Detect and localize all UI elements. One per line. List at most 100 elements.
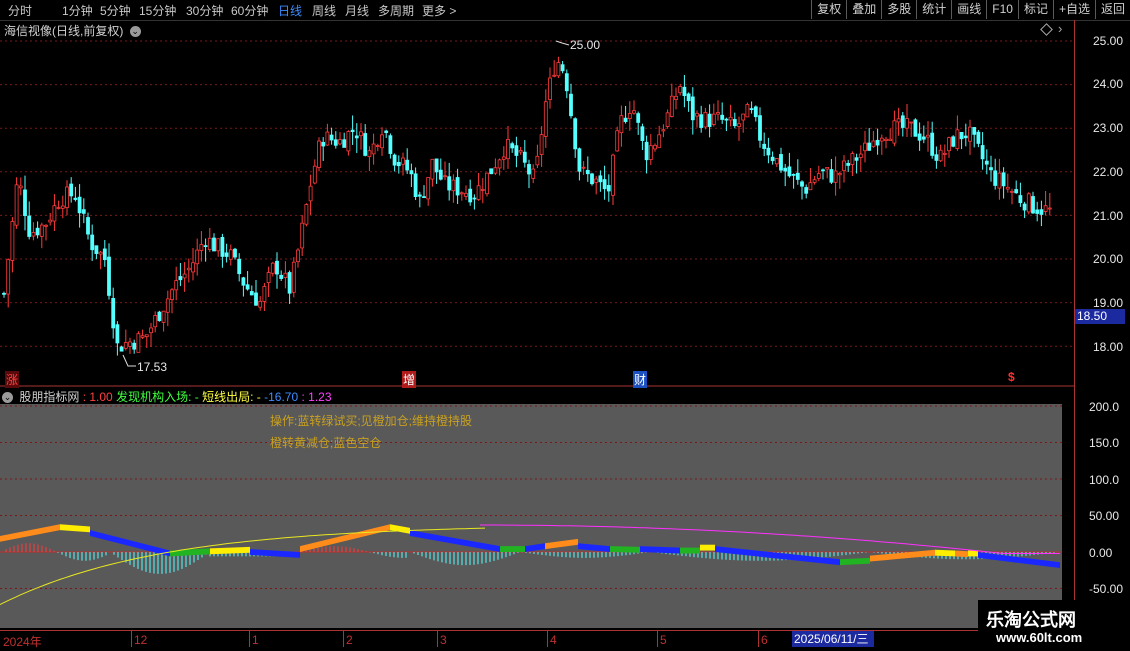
add-watchlist-button[interactable]: +自选 — [1052, 0, 1095, 19]
indicator-tick: 0.00 — [1089, 546, 1113, 560]
candle-body — [602, 179, 607, 190]
chevron-down-icon[interactable]: ⌄ — [2, 392, 13, 404]
candle-body — [279, 274, 284, 279]
event-marker-zeng[interactable]: 增 — [402, 371, 417, 388]
candle-body — [808, 182, 813, 191]
candle-body — [1035, 209, 1040, 214]
candle-body — [136, 333, 141, 353]
timeframe-tab[interactable]: 1分钟 — [62, 2, 93, 19]
event-marker-dividend[interactable]: $ — [1008, 370, 1015, 384]
candle-body — [203, 245, 208, 248]
candle-body — [594, 178, 599, 183]
candle-body — [27, 215, 32, 237]
candle-body — [842, 160, 846, 171]
indicator-band-segment — [610, 546, 640, 553]
date-tick: 12 — [134, 633, 148, 647]
candle-body — [569, 93, 573, 117]
candle-body — [573, 118, 578, 150]
mark-button[interactable]: 标记 — [1017, 0, 1053, 19]
timeframe-tab[interactable]: 多周期 — [378, 2, 414, 19]
candle-body — [123, 342, 128, 349]
candle-body — [955, 129, 960, 149]
indicator-name[interactable]: 股朋指标网 — [19, 390, 79, 404]
candle-body — [321, 141, 326, 147]
candle-body — [245, 284, 250, 290]
watermark-title: 乐淘公式网 — [986, 610, 1076, 630]
candle-body — [707, 113, 712, 127]
candle-body — [522, 151, 527, 163]
candle-body — [934, 154, 939, 161]
candle-body — [363, 133, 368, 156]
candle-body — [1001, 172, 1006, 187]
candle-body — [182, 273, 187, 279]
candle-body — [140, 335, 145, 338]
timeframe-tab[interactable]: 月线 — [345, 2, 369, 19]
indicator-band-segment — [968, 550, 978, 557]
date-tick: 3 — [440, 633, 447, 647]
candle-body — [23, 189, 27, 216]
back-button[interactable]: 返回 — [1094, 0, 1130, 19]
candle-body — [291, 261, 296, 293]
f10-button[interactable]: F10 — [986, 0, 1018, 19]
watermark: 乐淘公式网 www.60lt.com — [978, 600, 1130, 650]
timeframe-tab[interactable]: 5分钟 — [100, 2, 131, 19]
candle-body — [779, 154, 783, 171]
candle-body — [623, 117, 628, 122]
date-separator — [249, 631, 250, 647]
indicator-band-segment — [680, 547, 700, 554]
candle-body — [317, 140, 321, 168]
candle-body — [1014, 189, 1019, 194]
candle-body — [947, 137, 951, 152]
candle-body — [220, 236, 225, 257]
candle-body — [871, 140, 876, 148]
fuquan-button[interactable]: 复权 — [811, 0, 846, 19]
indicator-tick: 50.00 — [1089, 509, 1120, 523]
draw-line-button[interactable]: 画线 — [951, 0, 986, 19]
candle-body — [224, 252, 229, 257]
candle-body — [60, 205, 65, 209]
candle-body — [464, 192, 468, 197]
candle-body — [564, 73, 569, 92]
multi-stock-button[interactable]: 多股 — [881, 0, 916, 19]
more-menu[interactable]: 更多 > — [422, 2, 456, 19]
candle-body — [2, 292, 6, 295]
event-marker-zhang[interactable]: 涨 — [5, 371, 20, 388]
date-separator — [758, 631, 759, 647]
price-tick: 21.00 — [1093, 209, 1124, 223]
timeframe-tab[interactable]: 60分钟 — [231, 2, 268, 19]
timeframe-tab[interactable]: 周线 — [312, 2, 336, 19]
candle-body — [892, 120, 897, 144]
candle-body — [762, 143, 767, 149]
candle-body — [300, 222, 305, 249]
candle-body — [501, 156, 506, 160]
date-separator — [437, 631, 438, 647]
candle-body — [443, 175, 447, 178]
candle-body — [980, 145, 985, 160]
candle-body — [535, 155, 540, 166]
timeframe-tab[interactable]: 分时 — [8, 2, 32, 19]
candle-body — [732, 119, 737, 127]
timeframe-tab[interactable]: 30分钟 — [186, 2, 223, 19]
candle-body — [984, 160, 989, 165]
event-marker-cai[interactable]: 财 — [633, 371, 648, 388]
low-pointer — [122, 354, 136, 367]
candle-body — [90, 234, 95, 251]
timeframe-tab-active[interactable]: 日线 — [278, 2, 302, 19]
statistics-button[interactable]: 统计 — [916, 0, 951, 19]
toolbar-right-buttons: 复权 叠加 多股 统计 画线 F10 标记 +自选 返回 — [811, 0, 1130, 20]
candle-body — [296, 249, 300, 263]
candle-body — [825, 167, 830, 170]
candle-body — [115, 324, 120, 344]
timeframe-tab[interactable]: 15分钟 — [139, 2, 176, 19]
indicator-band-segment — [500, 546, 525, 552]
candle-body — [682, 86, 687, 96]
date-tick: 5 — [660, 633, 667, 647]
candle-body — [367, 150, 372, 157]
overlay-button[interactable]: 叠加 — [846, 0, 881, 19]
candle-body — [951, 136, 956, 147]
candle-body — [388, 135, 393, 154]
kline-chart[interactable] — [0, 20, 1074, 630]
candle-body — [165, 298, 170, 313]
indicator-label-3: 短线出局: - — [202, 390, 261, 404]
candle-body — [846, 162, 851, 166]
